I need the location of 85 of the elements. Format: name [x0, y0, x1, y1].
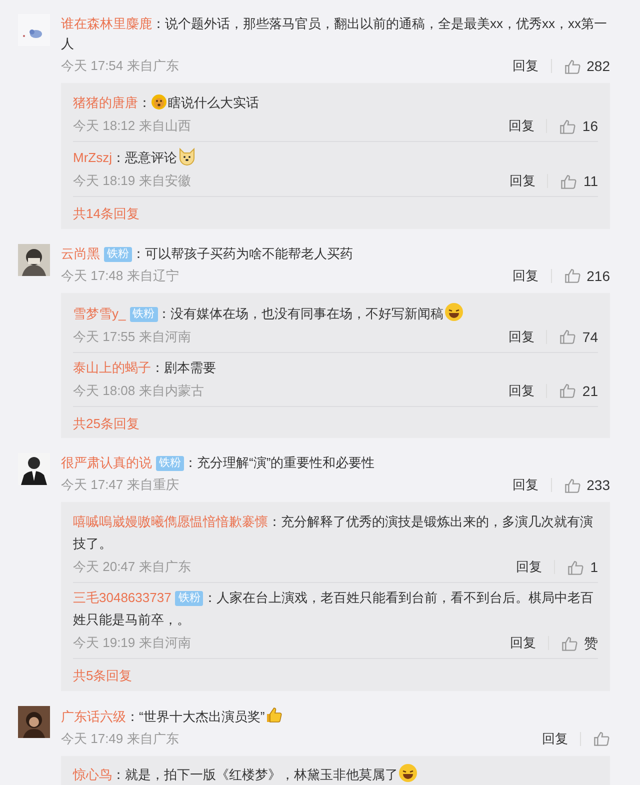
comment-time: 今天 17:47 [61, 476, 124, 494]
laughing-emoji-icon [444, 302, 464, 322]
thumbs-up-icon[interactable] [559, 382, 576, 399]
more-replies-link[interactable]: 共5条回复 [73, 659, 132, 686]
like-count: 74 [582, 328, 598, 346]
comment-text: MrZszj：恶意评论 [73, 146, 598, 169]
comment-text: 泰山上的蝎子：剧本需要 [73, 358, 217, 376]
thumbs-up-icon[interactable] [561, 634, 578, 652]
comment-text: 猪猪的唐唐： 瞎说什么大实话 [73, 93, 260, 112]
reply-link[interactable]: 回复 [512, 478, 552, 492]
reply-link[interactable]: 回复 [510, 636, 549, 650]
thumbs-up-icon[interactable] [564, 476, 581, 494]
thumbs-up-icon[interactable] [567, 558, 584, 576]
thumbs-up-icon[interactable] [559, 118, 576, 134]
fan-badge: 铁粉 [175, 591, 204, 606]
username-link[interactable]: 惊心鸟 [73, 766, 112, 782]
more-replies-link[interactable]: 共14条回复 [73, 197, 140, 224]
username-link[interactable]: 猪猪的唐唐 [73, 95, 138, 110]
dog-emoji-icon [177, 146, 197, 166]
comment-text: 很严肃认真的说 铁粉 ：充分理解“演”的重要性和必要性 [61, 454, 376, 473]
comment-text: 广东话六级：“世界十大杰出演员奖” [61, 706, 610, 726]
thumbs-up-icon[interactable] [564, 58, 581, 74]
username-link[interactable]: 嘻嘁嗚崴嫚嗷曦儁愿愠愔愔歉褰懔 [73, 514, 268, 529]
comment-time: 今天 17:54 [61, 57, 124, 75]
username-link[interactable]: 云尚黑 [61, 246, 100, 260]
username-link[interactable]: 三毛3048633737 [73, 590, 172, 605]
comment-text: 惊心鸟：就是，拍下一版《红楼梦》，林黛玉非他莫属了 [73, 762, 598, 785]
avatar[interactable] [18, 706, 50, 738]
comment-time: 今天 18:19 [73, 172, 136, 190]
comment-location: 来自广东 [127, 730, 180, 748]
comment-location: 来自广东 [139, 558, 192, 576]
thumbs-up-emoji-icon [264, 706, 283, 724]
reply-link[interactable]: 回复 [508, 330, 548, 344]
like-count: 16 [582, 117, 598, 136]
thumbs-up-icon[interactable] [564, 267, 581, 284]
reply-link[interactable]: 回复 [516, 560, 556, 574]
thumbs-up-icon[interactable] [593, 730, 610, 747]
laughing-emoji-icon [398, 762, 418, 782]
comment-time: 今天 18:12 [73, 117, 136, 135]
comment-text: 谁在森林里麋鹿：说个题外话，那些落马官员，翻出以前的通稿，全是最美xx，优秀xx，xx第一人 [61, 15, 608, 53]
comment-location: 来自重庆 [127, 476, 180, 494]
fan-badge: 铁粉 [130, 306, 158, 322]
reply-link[interactable]: 回复 [512, 59, 552, 73]
like-count: 216 [586, 266, 610, 286]
thumbs-up-icon[interactable] [560, 172, 578, 190]
like-count: 282 [586, 57, 610, 76]
username-link[interactable]: 雪梦雪y_ [73, 306, 126, 320]
fan-badge: 铁粉 [156, 456, 184, 471]
comment-location: 来自辽宁 [127, 266, 180, 284]
username-link[interactable]: 广东话六级 [61, 708, 126, 724]
comment-time: 今天 18:08 [73, 382, 136, 400]
reply-link[interactable]: 回复 [542, 732, 581, 746]
like-count: 11 [583, 172, 598, 191]
comment-location: 来自安徽 [139, 172, 192, 190]
comment-time: 今天 20:47 [73, 558, 136, 576]
comment-time: 今天 17:48 [61, 266, 124, 284]
reply-link[interactable]: 回复 [508, 119, 548, 133]
comment-text: 嘻嘁嗚崴嫚嗷曦儁愿愠愔愔歉褰懔：充分解释了优秀的演技是锻炼出来的，多演几次就有演技了。 [73, 513, 594, 553]
comment-location: 来自河南 [139, 634, 192, 652]
fan-badge: 铁粉 [104, 246, 132, 262]
more-replies-link[interactable]: 共25条回复 [73, 406, 140, 433]
reply-link[interactable]: 回复 [509, 174, 548, 188]
comment-text: 三毛3048633737 铁粉 ：人家在台上演戏，老百姓只能看到台前，看不到台后。棋局中老百姓只能是马前卒，。 [73, 589, 594, 629]
username-link[interactable]: MrZszj [73, 150, 112, 165]
like-count: 21 [582, 382, 598, 400]
emoji-icon [151, 94, 167, 110]
avatar[interactable] [18, 244, 50, 276]
comment-location: 来自山西 [139, 117, 192, 135]
comment-time: 今天 19:19 [73, 634, 136, 652]
thumbs-up-icon[interactable] [559, 328, 576, 345]
comment-location: 来自广东 [127, 57, 180, 75]
username-link[interactable]: 泰山上的蝎子 [73, 360, 151, 374]
like-count: 233 [586, 476, 610, 495]
username-link[interactable]: 很严肃认真的说 [61, 455, 152, 470]
reply-link[interactable]: 回复 [512, 268, 552, 282]
username-link[interactable]: 谁在森林里麋鹿 [61, 16, 152, 31]
like-count: 1 [590, 558, 598, 577]
comment-time: 今天 17:49 [61, 730, 124, 748]
comment-location: 来自内蒙古 [139, 382, 204, 400]
comment-location: 来自河南 [139, 328, 192, 346]
reply-link[interactable]: 回复 [508, 384, 548, 398]
comment-text: 云尚黑 铁粉 ：可以帮孩子买药为啥不能帮老人买药 [61, 244, 354, 264]
like-count: 赞 [584, 634, 598, 653]
comment-text: 雪梦雪y_ 铁粉 ：没有媒体在场，也没有同事在场，不好写新闻稿 [73, 302, 598, 324]
comment-time: 今天 17:55 [73, 328, 136, 346]
